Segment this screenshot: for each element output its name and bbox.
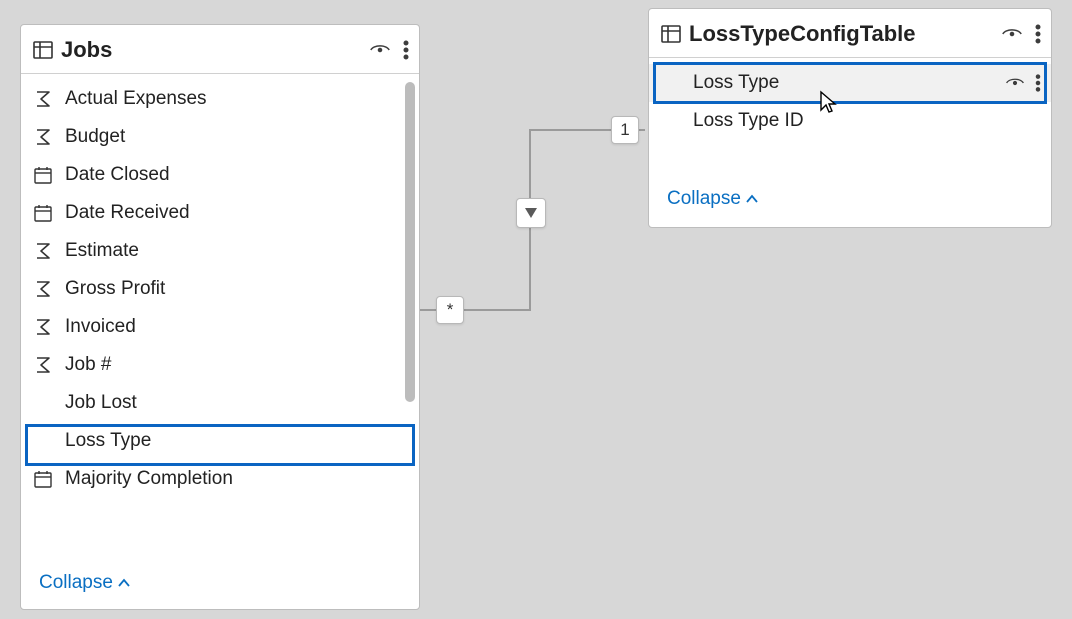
field-gross-profit[interactable]: Gross Profit bbox=[21, 270, 419, 308]
config-collapse-button[interactable]: Collapse bbox=[649, 178, 759, 222]
field-label: Actual Expenses bbox=[59, 88, 409, 110]
field-label: Budget bbox=[59, 126, 409, 148]
field-actual-expenses[interactable]: Actual Expenses bbox=[21, 80, 419, 118]
table-icon bbox=[659, 22, 683, 46]
field-loss-type[interactable]: Loss Type bbox=[21, 422, 419, 460]
table-icon bbox=[31, 38, 55, 62]
sigma-icon bbox=[33, 316, 59, 338]
blank-icon bbox=[33, 430, 59, 452]
field-date-closed[interactable]: Date Closed bbox=[21, 156, 419, 194]
calendar-icon bbox=[33, 468, 59, 490]
field-label: Gross Profit bbox=[59, 278, 409, 300]
calendar-icon bbox=[33, 202, 59, 224]
field-date-received[interactable]: Date Received bbox=[21, 194, 419, 232]
config-field-list: Loss Type bbox=[649, 58, 1051, 140]
cardinality-one-badge: 1 bbox=[611, 116, 639, 144]
field-invoiced[interactable]: Invoiced bbox=[21, 308, 419, 346]
more-options-icon[interactable] bbox=[403, 39, 409, 61]
more-options-icon[interactable] bbox=[1035, 23, 1041, 45]
sigma-icon bbox=[33, 240, 59, 262]
jobs-collapse-button[interactable]: Collapse bbox=[21, 562, 131, 606]
chevron-up-icon bbox=[117, 576, 131, 590]
blank-icon bbox=[661, 72, 687, 94]
jobs-card-header: Jobs bbox=[21, 25, 419, 73]
field-label: Job Lost bbox=[59, 392, 409, 414]
calendar-icon bbox=[33, 164, 59, 186]
field-label: Estimate bbox=[59, 240, 409, 262]
blank-icon bbox=[33, 392, 59, 414]
sigma-icon bbox=[33, 88, 59, 110]
more-options-icon[interactable] bbox=[1035, 73, 1041, 93]
field-job-lost[interactable]: Job Lost bbox=[21, 384, 419, 422]
collapse-label: Collapse bbox=[39, 572, 113, 594]
visibility-icon[interactable] bbox=[369, 39, 391, 61]
field-majority-completion[interactable]: Majority Completion bbox=[21, 460, 419, 498]
field-label: Loss Type bbox=[687, 72, 1005, 94]
field-budget[interactable]: Budget bbox=[21, 118, 419, 156]
field-estimate[interactable]: Estimate bbox=[21, 232, 419, 270]
field-label: Date Received bbox=[59, 202, 409, 224]
field-label: Majority Completion bbox=[59, 468, 409, 490]
sigma-icon bbox=[33, 278, 59, 300]
field-label: Date Closed bbox=[59, 164, 409, 186]
visibility-icon[interactable] bbox=[1001, 23, 1023, 45]
field-job-number[interactable]: Job # bbox=[21, 346, 419, 384]
chevron-down-icon bbox=[523, 206, 539, 220]
cardinality-many-badge: * bbox=[436, 296, 464, 324]
sigma-icon bbox=[33, 126, 59, 148]
collapse-label: Collapse bbox=[667, 188, 741, 210]
field-label: Invoiced bbox=[59, 316, 409, 338]
field-label: Loss Type ID bbox=[687, 110, 1041, 132]
filter-direction-badge[interactable] bbox=[516, 198, 546, 228]
cardinality-one-label: 1 bbox=[620, 120, 629, 140]
field-loss-type-id[interactable]: Loss Type ID bbox=[649, 102, 1051, 140]
jobs-card-title: Jobs bbox=[55, 37, 369, 63]
visibility-icon[interactable] bbox=[1005, 73, 1025, 93]
config-table-card[interactable]: LossTypeConfigTable bbox=[648, 8, 1052, 228]
field-label: Job # bbox=[59, 354, 409, 376]
field-label: Loss Type bbox=[59, 430, 409, 452]
jobs-table-card[interactable]: Jobs bbox=[20, 24, 420, 610]
scrollbar-thumb[interactable] bbox=[405, 82, 415, 402]
cardinality-many-label: * bbox=[447, 300, 454, 320]
chevron-up-icon bbox=[745, 192, 759, 206]
jobs-field-list: Actual Expenses Budget bbox=[21, 74, 419, 498]
field-loss-type[interactable]: Loss Type bbox=[649, 64, 1051, 102]
config-card-title: LossTypeConfigTable bbox=[683, 21, 1001, 47]
blank-icon bbox=[661, 110, 687, 132]
sigma-icon bbox=[33, 354, 59, 376]
config-card-header: LossTypeConfigTable bbox=[649, 9, 1051, 57]
